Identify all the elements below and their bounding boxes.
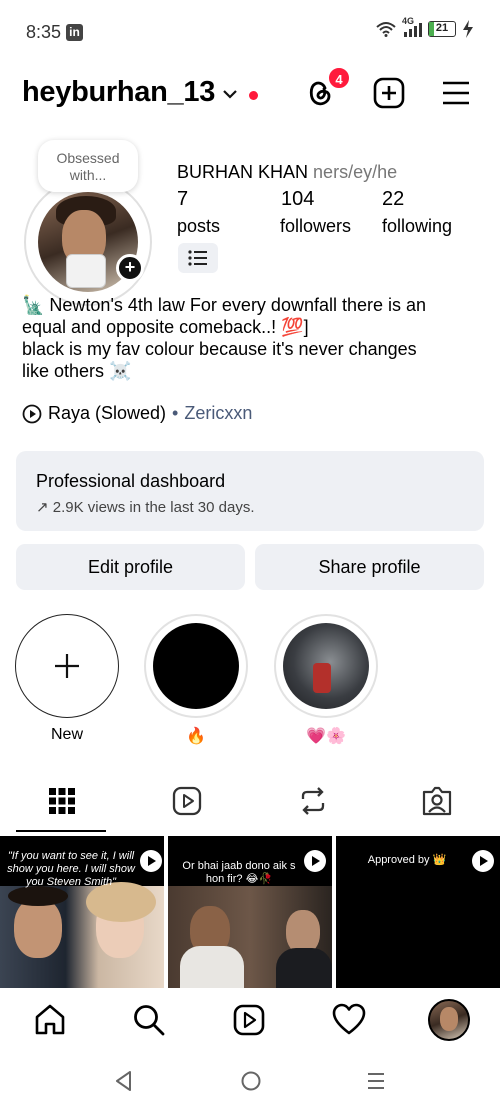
post-thumbnail[interactable]: Or bhai jaab dono aik s hon fir? 😂🥀: [168, 836, 332, 988]
post-caption: "If you want to see it, I will show you …: [7, 850, 135, 888]
highlight-new[interactable]: New: [14, 614, 120, 744]
search-icon[interactable]: [131, 1002, 167, 1038]
plus-icon: [55, 654, 79, 678]
highlight-item[interactable]: 💗🌸: [273, 614, 379, 746]
status-icons: 4G 21: [376, 16, 474, 38]
posts-label[interactable]: posts: [177, 216, 220, 237]
following-label[interactable]: following: [382, 216, 452, 237]
highlight-item[interactable]: 🔥: [143, 614, 249, 746]
tagged-icon[interactable]: [420, 784, 454, 818]
charging-icon: [463, 20, 473, 38]
threads-badge: 4: [327, 66, 351, 90]
highlight-label: 💗🌸: [306, 728, 346, 745]
back-icon[interactable]: [114, 1070, 134, 1092]
signal-icon: 4G: [402, 16, 422, 38]
new-highlight-circle[interactable]: [15, 614, 119, 718]
reels-icon[interactable]: [170, 784, 204, 818]
full-name: BURHAN KHAN ners/ey/he: [177, 162, 397, 183]
bio-line: black is my fav colour because it's neve…: [22, 339, 417, 359]
following-count[interactable]: 22: [382, 188, 404, 211]
battery-icon: 21: [428, 21, 456, 37]
dashboard-subtitle: ↗ 2.9K views in the last 30 days.: [36, 499, 255, 516]
system-navigation-bar: [0, 1056, 500, 1111]
heart-icon[interactable]: [331, 1002, 367, 1038]
bio-line: 🗽 Newton's 4th law For every downfall th…: [22, 295, 427, 315]
profile-avatar[interactable]: [428, 999, 470, 1041]
bio-line: like others ☠️: [22, 361, 132, 381]
reel-indicator-icon: [304, 850, 326, 872]
followers-label[interactable]: followers: [280, 216, 351, 237]
edit-profile-button[interactable]: Edit profile: [16, 544, 245, 590]
display-name: BURHAN KHAN: [177, 162, 309, 182]
reposts-icon[interactable]: [296, 784, 330, 818]
add-story-icon[interactable]: +: [116, 254, 144, 282]
list-icon: [188, 250, 207, 266]
unread-dot: [249, 91, 258, 100]
highlight-cover[interactable]: [144, 614, 248, 718]
post-caption: Approved by 👑: [367, 854, 447, 866]
posts-count[interactable]: 7: [177, 188, 188, 211]
username-switcher[interactable]: heyburhan_13: [22, 76, 215, 109]
create-post-icon[interactable]: [372, 76, 406, 110]
battery-level: 21: [435, 22, 449, 34]
professional-dashboard[interactable]: Professional dashboard ↗ 2.9K views in t…: [16, 451, 484, 531]
pronouns: ners/ey/he: [313, 162, 398, 182]
chevron-down-icon[interactable]: [220, 84, 240, 104]
menu-icon[interactable]: [439, 76, 473, 110]
followers-count[interactable]: 104: [281, 188, 314, 211]
profile-avatar-ring[interactable]: [24, 178, 152, 306]
home-button-icon[interactable]: [240, 1070, 262, 1092]
posts-grid: "If you want to see it, I will show you …: [0, 836, 500, 988]
active-tab-indicator: [16, 830, 106, 832]
wifi-icon: [376, 22, 396, 37]
content-tabs: [0, 776, 500, 834]
linkedin-notification-icon: in: [66, 24, 83, 41]
profile-bio: 🗽 Newton's 4th law For every downfall th…: [22, 294, 482, 382]
highlight-label: 🔥: [186, 728, 206, 745]
song-title: Raya (Slowed): [48, 403, 167, 423]
profile-menu-button[interactable]: [178, 243, 218, 273]
status-bar: 8:35 in 4G 21: [0, 0, 500, 64]
highlight-cover[interactable]: [274, 614, 378, 718]
post-thumbnail[interactable]: Approved by 👑: [336, 836, 500, 988]
play-circle-icon: [22, 404, 42, 423]
profile-music[interactable]: Raya (Slowed) • Zericxxn: [22, 403, 252, 424]
status-time: 8:35: [26, 22, 62, 42]
recent-apps-icon[interactable]: [366, 1070, 386, 1092]
dashboard-title: Professional dashboard: [36, 471, 226, 491]
grid-icon[interactable]: [45, 784, 79, 818]
song-separator: •: [172, 403, 179, 423]
bio-line: equal and opposite comeback..! 💯]: [22, 317, 309, 337]
post-caption: Or bhai jaab dono aik s hon fir? 😂🥀: [182, 860, 296, 885]
song-artist: Zericxxn: [184, 403, 253, 423]
reel-indicator-icon: [140, 850, 162, 872]
home-icon[interactable]: [32, 1002, 68, 1038]
reels-nav-icon[interactable]: [231, 1002, 267, 1038]
reel-indicator-icon: [472, 850, 494, 872]
share-profile-button[interactable]: Share profile: [255, 544, 484, 590]
profile-header: heyburhan_13 4: [0, 66, 500, 120]
profile-note-bubble[interactable]: Obsessed with...: [38, 140, 138, 192]
highlight-label: New: [50, 726, 83, 743]
bottom-navigation: [0, 992, 500, 1052]
